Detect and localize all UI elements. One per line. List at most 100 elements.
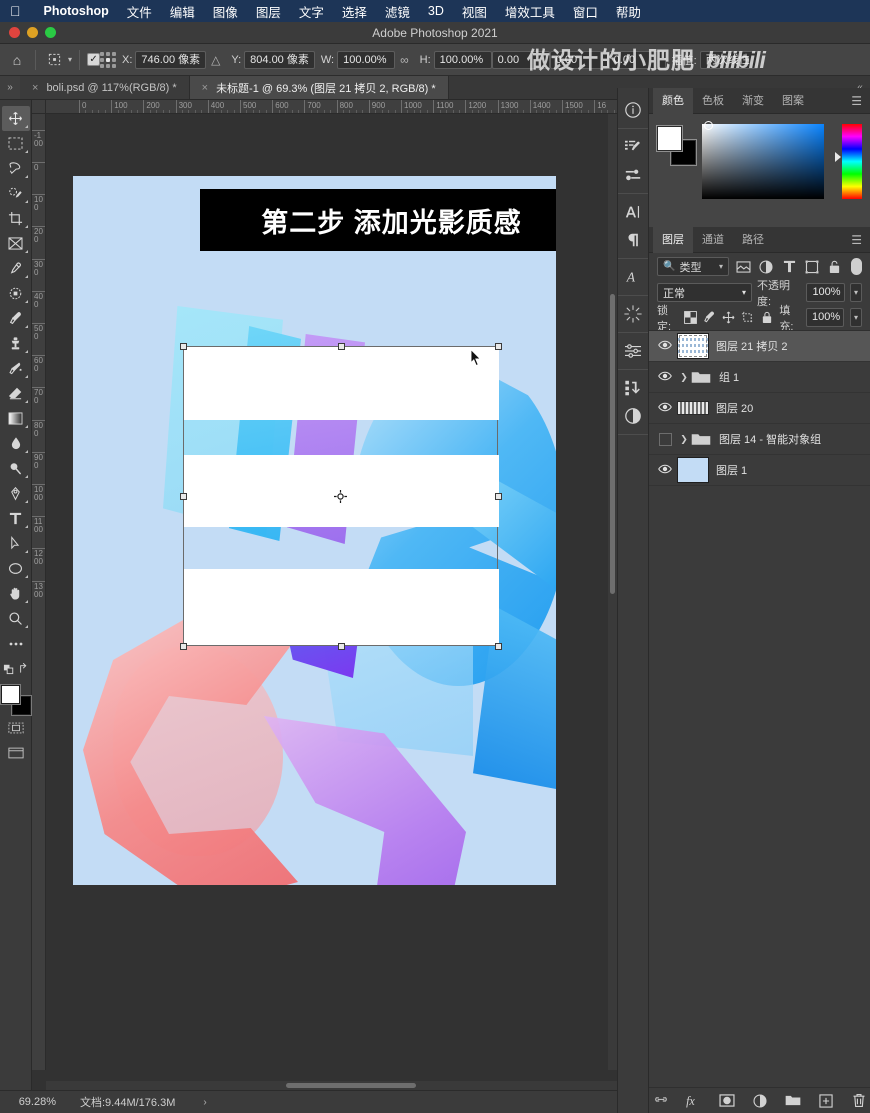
filter-shape-icon[interactable]	[803, 258, 820, 275]
menu-item-view[interactable]: 视图	[453, 2, 496, 21]
ellipse-shape-icon[interactable]	[2, 556, 30, 581]
menu-item-filter[interactable]: 滤镜	[376, 2, 419, 21]
scroll-thumb[interactable]	[610, 294, 615, 594]
skew-h-input[interactable]: 0.00	[549, 50, 608, 69]
transform-handle-br[interactable]	[495, 643, 502, 650]
hand-icon[interactable]	[2, 581, 30, 606]
screen-mode-icon[interactable]	[2, 740, 30, 765]
table-row[interactable]: ❯ 组 1	[649, 362, 870, 393]
layer-name[interactable]: 组 1	[719, 369, 739, 385]
brush-presets-icon[interactable]	[618, 161, 648, 189]
menu-item-edit[interactable]: 编辑	[161, 2, 204, 21]
status-chevron-icon[interactable]: ›	[175, 1097, 206, 1108]
transform-pivot-point[interactable]	[334, 489, 347, 503]
layer-thumbnail[interactable]	[677, 457, 709, 483]
transform-handle-mr[interactable]	[495, 493, 502, 500]
h-input[interactable]: 100.00%	[433, 50, 492, 69]
fill-chevron-icon[interactable]: ▾	[850, 308, 863, 327]
tab-patterns[interactable]: 图案	[773, 88, 813, 114]
document-tab-untitled[interactable]: × 未标题-1 @ 69.3% (图层 21 拷贝 2, RGB/8) *	[189, 76, 449, 99]
brush-icon[interactable]	[2, 306, 30, 331]
opacity-value[interactable]: 100%	[806, 283, 845, 302]
zoom-level[interactable]: 69.28%	[0, 1096, 62, 1108]
skew-v-input[interactable]: 0.00	[607, 50, 666, 69]
tab-swatches[interactable]: 色板	[693, 88, 733, 114]
blend-mode-select[interactable]: 正常 ▾	[657, 283, 753, 302]
lock-artboard-icon[interactable]	[741, 310, 754, 326]
filter-type-icon[interactable]	[781, 258, 798, 275]
menu-item-type[interactable]: 文字	[290, 2, 333, 21]
actions-icon[interactable]	[618, 374, 648, 402]
libraries-icon[interactable]	[618, 300, 648, 328]
layer-visibility-icon[interactable]	[653, 340, 677, 353]
transform-handle-bc[interactable]	[338, 643, 345, 650]
transform-handle-tc[interactable]	[338, 343, 345, 350]
close-icon[interactable]: ×	[32, 82, 38, 94]
delete-layer-icon[interactable]	[850, 1092, 868, 1110]
tab-color[interactable]: 颜色	[653, 87, 693, 114]
default-colors-swap-icon[interactable]	[2, 656, 30, 681]
foreground-color-swatch[interactable]	[657, 126, 682, 151]
reference-point-grid[interactable]	[100, 51, 117, 68]
tab-overflow-left-icon[interactable]: »	[0, 76, 20, 99]
history-brush-icon[interactable]	[2, 356, 30, 381]
transform-bounding-box[interactable]	[180, 343, 502, 650]
color-field[interactable]	[702, 121, 825, 199]
adjustment-layer-icon[interactable]	[751, 1092, 769, 1110]
canvas-vertical-scrollbar[interactable]	[608, 114, 617, 1070]
layer-visibility-icon[interactable]	[653, 402, 677, 415]
color-panel-swatches[interactable]	[657, 126, 696, 165]
layer-list[interactable]: 图层 21 拷贝 2 ❯ 组 1 图层 20 ❯ 图层 14 - 智能对象组 图…	[649, 330, 870, 1087]
table-row[interactable]: 图层 1	[649, 455, 870, 486]
layer-name[interactable]: 图层 1	[716, 462, 747, 478]
eraser-icon[interactable]	[2, 381, 30, 406]
filter-kind-select[interactable]: 🔍 类型 ▾	[657, 257, 729, 276]
angle-input[interactable]: 0.00	[491, 50, 550, 69]
canvas-area[interactable]: 第二步 添加光影质感 Ctrl t 自由变换	[46, 114, 617, 1070]
layer-thumbnail[interactable]	[677, 401, 709, 415]
new-layer-icon[interactable]	[817, 1092, 835, 1110]
apple-logo-icon[interactable]: 	[10, 4, 21, 18]
canvas-horizontal-scrollbar[interactable]	[46, 1081, 617, 1090]
menu-item-layer[interactable]: 图层	[247, 2, 290, 21]
lock-transparent-icon[interactable]	[683, 310, 697, 326]
group-expand-chevron-icon[interactable]: ❯	[677, 434, 691, 445]
layer-visibility-icon[interactable]	[653, 371, 677, 384]
clone-stamp-icon[interactable]	[2, 331, 30, 356]
x-input[interactable]: 746.00 像素	[135, 50, 207, 69]
document-tab-boli[interactable]: × boli.psd @ 117%(RGB/8) *	[20, 76, 190, 99]
menu-item-help[interactable]: 帮助	[607, 2, 650, 21]
link-layers-icon[interactable]	[652, 1092, 670, 1110]
filter-toggle[interactable]	[851, 258, 863, 275]
tab-channels[interactable]: 通道	[693, 227, 733, 253]
opacity-chevron-icon[interactable]: ▾	[849, 283, 862, 302]
more-tools-icon[interactable]	[2, 631, 30, 656]
color-swatches[interactable]	[0, 685, 31, 715]
dodge-icon[interactable]	[2, 456, 30, 481]
gradient-icon[interactable]	[2, 406, 30, 431]
quick-selection-icon[interactable]	[2, 181, 30, 206]
panel-menu-icon[interactable]: ☰	[843, 88, 870, 114]
frame-icon[interactable]	[2, 231, 30, 256]
transform-handle-bl[interactable]	[180, 643, 187, 650]
layer-thumbnail[interactable]	[677, 333, 709, 359]
foreground-color-swatch[interactable]	[0, 685, 20, 704]
pen-icon[interactable]	[2, 481, 30, 506]
path-selection-icon[interactable]	[2, 531, 30, 556]
hue-slider[interactable]	[835, 124, 862, 199]
glyphs-icon[interactable]: A	[618, 263, 648, 291]
info-icon[interactable]	[618, 96, 648, 124]
scroll-thumb[interactable]	[286, 1083, 416, 1088]
menu-item-plugins[interactable]: 增效工具	[496, 2, 564, 21]
fill-value[interactable]: 100%	[806, 308, 844, 327]
vertical-ruler[interactable]: -200 -100 0 100 200 300 400 500 600 700 800 900 1000…	[32, 114, 46, 1070]
zoom-icon[interactable]	[2, 606, 30, 631]
close-icon[interactable]: ×	[202, 82, 208, 94]
auto-select-checkbox[interactable]: ✓	[87, 53, 101, 66]
transform-handle-ml[interactable]	[180, 493, 187, 500]
lasso-icon[interactable]	[2, 156, 30, 181]
table-row[interactable]: ❯ 图层 14 - 智能对象组	[649, 424, 870, 455]
ruler-corner[interactable]	[32, 100, 46, 114]
layer-style-fx-icon[interactable]: fx	[685, 1092, 703, 1110]
quick-mask-icon[interactable]	[2, 715, 30, 740]
